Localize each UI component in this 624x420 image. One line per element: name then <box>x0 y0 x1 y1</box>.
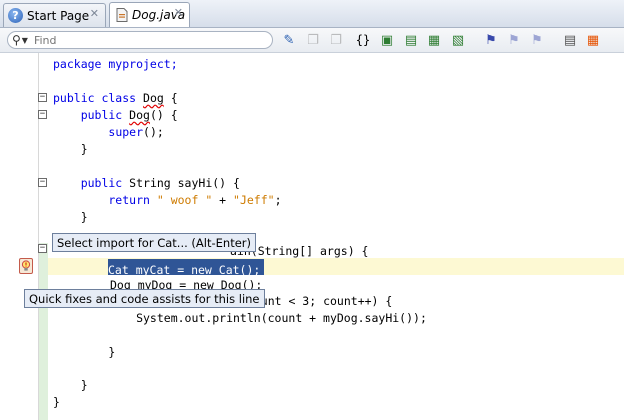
change-marker <box>39 243 48 420</box>
tab-label: Start Page <box>27 8 90 23</box>
toggle-highlight-icon[interactable]: ✎ <box>281 32 297 48</box>
quick-fix-tooltip: Quick fixes and code assists for this li… <box>24 289 265 308</box>
code-line: public class Dog { <box>53 90 178 107</box>
insert-code-icon[interactable]: ▦ <box>426 32 442 48</box>
code-line: } <box>53 345 116 359</box>
code-text: + <box>212 193 234 207</box>
toggle-bookmark-icon[interactable]: ⚑ <box>483 32 499 48</box>
code-text: String sayHi() { <box>129 176 240 190</box>
chevron-down-icon[interactable]: ▼ <box>22 36 28 45</box>
svg-text:!: ! <box>25 262 28 268</box>
help-icon: ? <box>8 8 23 23</box>
code-line: } <box>53 142 88 156</box>
fold-icon[interactable]: − <box>38 178 47 187</box>
code-text: Cat myCat = new Cat(); <box>108 263 261 277</box>
quick-fix-bulb-icon[interactable]: ! <box>19 258 33 274</box>
find-field[interactable]: ⚲ ▼ <box>7 31 273 49</box>
editor-tab-bar: ? Start Page ✕ Dog.java ✕ <box>0 0 624 28</box>
close-icon[interactable]: ✕ <box>174 6 183 19</box>
stop-macro-icon[interactable]: ▦ <box>585 32 601 48</box>
code-text: () { <box>149 108 178 122</box>
search-icon: ⚲ <box>12 33 21 47</box>
code-text: Dog <box>129 108 150 122</box>
code-text: return <box>53 193 157 207</box>
code-text: public <box>53 108 130 122</box>
next-bookmark-icon[interactable]: ⚑ <box>529 32 545 48</box>
fold-icon[interactable]: − <box>38 110 47 119</box>
code-text: (); <box>143 125 164 139</box>
editor-gutter <box>0 53 39 420</box>
shift-right-icon[interactable]: ❐ <box>328 32 344 48</box>
code-line: System.out.println(count + myDog.sayHi()… <box>53 311 427 325</box>
code-text: { <box>163 91 178 105</box>
fix-imports-icon[interactable]: ▧ <box>450 32 466 48</box>
fold-icon[interactable]: − <box>38 93 47 102</box>
code-line: super(); <box>53 124 164 141</box>
uncomment-icon[interactable]: ▤ <box>403 32 419 48</box>
code-line: public String sayHi() { <box>53 175 240 192</box>
code-line: } <box>53 395 60 409</box>
code-text: " woof " <box>156 193 213 207</box>
code-text: super <box>108 125 144 139</box>
editor-toolbar: ⚲ ▼ ✎ ❐ ❐ {} ▣ ▤ ▦ ▧ ⚑ ⚑ ⚑ ▤ ▦ <box>0 28 624 53</box>
code-text: Dog <box>143 91 164 105</box>
code-line: } <box>53 210 88 224</box>
match-brace-icon[interactable]: {} <box>355 32 371 48</box>
close-icon[interactable]: ✕ <box>90 7 99 20</box>
prev-bookmark-icon[interactable]: ⚑ <box>506 32 522 48</box>
tab-dog-java[interactable]: Dog.java ✕ <box>109 2 190 27</box>
tab-start-page[interactable]: ? Start Page ✕ <box>3 3 106 27</box>
shift-left-icon[interactable]: ❐ <box>305 32 321 48</box>
code-text: public <box>53 176 130 190</box>
find-input[interactable] <box>31 32 256 48</box>
code-text: package myproject; <box>53 57 178 71</box>
code-line: package myproject; <box>53 56 178 73</box>
start-macro-icon[interactable]: ▤ <box>562 32 578 48</box>
import-tooltip: Select import for Cat... (Alt-Enter) <box>52 233 256 252</box>
toggle-comment-icon[interactable]: ▣ <box>379 32 395 48</box>
fold-icon[interactable]: − <box>38 244 47 253</box>
java-file-icon <box>116 8 128 22</box>
code-line: } <box>53 378 88 392</box>
code-text: public class <box>53 91 144 105</box>
code-line: return " woof " + "Jeff"; <box>53 192 282 209</box>
code-text: "Jeff" <box>233 193 275 207</box>
code-line: public Dog() { <box>53 107 178 124</box>
lightbulb-icon: ! <box>21 260 31 271</box>
selected-code[interactable]: Cat myCat = new Cat(); <box>108 259 264 277</box>
code-text: ; <box>274 193 282 207</box>
code-editor[interactable]: − − − − package myproject; public class … <box>0 53 624 420</box>
